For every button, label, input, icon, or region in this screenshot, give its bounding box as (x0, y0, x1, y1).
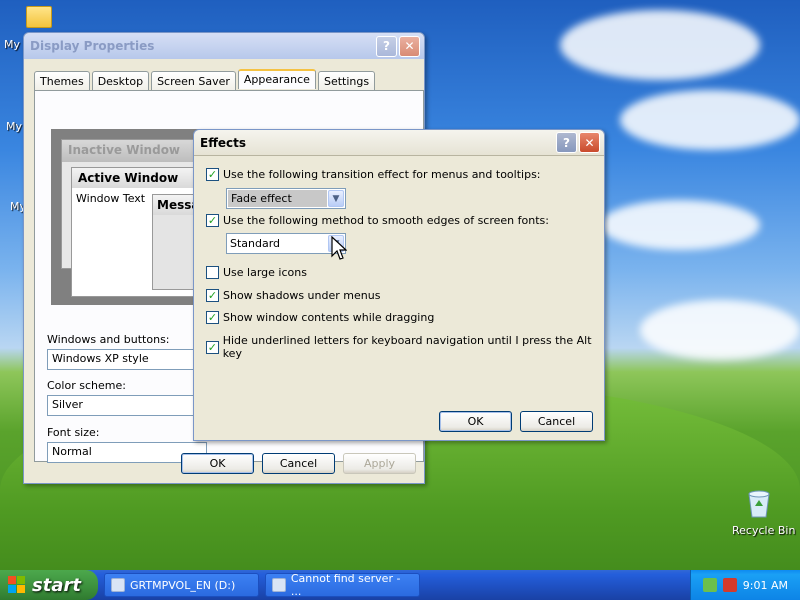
cloud (560, 10, 760, 80)
taskbar-item-browser[interactable]: Cannot find server - ... (265, 572, 420, 598)
folder-icon (111, 578, 125, 592)
recycle-bin-icon[interactable] (744, 486, 774, 518)
transition-effect-value: Fade effect (228, 190, 327, 207)
font-smoothing-value: Standard (230, 237, 281, 250)
windows-buttons-label: Windows and buttons: (47, 333, 170, 346)
tab-themes[interactable]: Themes (34, 71, 90, 91)
menu-shadows-option[interactable]: ✓ Show shadows under menus (206, 289, 380, 302)
large-icons-checkbox[interactable] (206, 266, 219, 279)
tab-strip: Themes Desktop Screen Saver Appearance S… (34, 69, 377, 91)
ok-button[interactable]: OK (181, 453, 254, 474)
chevron-down-icon[interactable]: ▼ (328, 190, 344, 207)
network-icon[interactable] (702, 578, 717, 592)
font-size-label: Font size: (47, 426, 100, 439)
tab-settings[interactable]: Settings (317, 71, 376, 91)
desktop-icon-label[interactable]: My (4, 38, 20, 51)
display-properties-titlebar[interactable]: Display Properties ? ✕ (24, 33, 424, 59)
start-button[interactable]: start (0, 570, 98, 600)
cloud (620, 90, 800, 150)
effects-titlebar[interactable]: Effects ? ✕ (194, 130, 604, 156)
effects-ok-button[interactable]: OK (439, 411, 512, 432)
taskbar-item-label: Cannot find server - ... (290, 572, 401, 598)
effects-title: Effects (200, 135, 247, 150)
start-label: start (32, 574, 81, 596)
clock[interactable]: 9:01 AM (743, 579, 788, 592)
effects-dialog: Effects ? ✕ ✓ Use the following transiti… (193, 129, 605, 441)
cancel-button[interactable]: Cancel (262, 453, 335, 474)
drag-contents-option[interactable]: ✓ Show window contents while dragging (206, 311, 434, 324)
help-icon[interactable]: ? (376, 35, 397, 57)
font-smoothing-checkbox[interactable]: ✓ (206, 214, 219, 227)
windows-buttons-select[interactable]: Windows XP style (47, 349, 207, 370)
apply-button[interactable]: Apply (343, 453, 416, 474)
tab-appearance[interactable]: Appearance (237, 69, 316, 89)
security-shield-icon[interactable] (722, 578, 737, 592)
tab-desktop[interactable]: Desktop (91, 71, 150, 91)
hide-underlines-checkbox[interactable]: ✓ (206, 340, 219, 354)
windows-flag-icon (8, 576, 26, 594)
transition-effect-option[interactable]: ✓ Use the following transition effect fo… (206, 168, 541, 181)
taskbar: start GRTMPVOL_EN (D:) Cannot find serve… (0, 570, 800, 600)
hide-underlines-option[interactable]: ✓ Hide underlined letters for keyboard n… (206, 334, 604, 360)
effects-cancel-button[interactable]: Cancel (520, 411, 593, 432)
browser-icon (272, 578, 286, 592)
menu-shadows-checkbox[interactable]: ✓ (206, 289, 219, 302)
font-smoothing-option[interactable]: ✓ Use the following method to smooth edg… (206, 214, 549, 227)
drag-contents-label: Show window contents while dragging (223, 311, 435, 324)
help-icon[interactable]: ? (556, 132, 577, 153)
cloud (600, 200, 760, 250)
transition-effect-dropdown[interactable]: Fade effect ▼ (226, 188, 346, 209)
font-smoothing-dropdown[interactable]: Standard ▼ (226, 233, 346, 254)
preview-window-text: Window Text (76, 192, 146, 205)
transition-effect-checkbox[interactable]: ✓ (206, 168, 219, 181)
transition-effect-label: Use the following transition effect for … (223, 168, 541, 181)
color-scheme-label: Color scheme: (47, 379, 126, 392)
taskbar-item-label: GRTMPVOL_EN (D:) (130, 578, 236, 592)
tab-screen-saver[interactable]: Screen Saver (151, 71, 236, 91)
cloud (640, 300, 800, 360)
taskbar-item-drive[interactable]: GRTMPVOL_EN (D:) (104, 573, 259, 597)
recycle-bin-label[interactable]: Recycle Bin (732, 524, 795, 537)
large-icons-label: Use large icons (223, 266, 307, 279)
drag-contents-checkbox[interactable]: ✓ (206, 311, 219, 324)
close-icon[interactable]: ✕ (399, 35, 420, 57)
window-title: Display Properties (30, 39, 155, 53)
color-scheme-select[interactable]: Silver (47, 395, 207, 416)
desktop-icon-label[interactable]: My (6, 120, 22, 133)
menu-shadows-label: Show shadows under menus (223, 289, 381, 302)
close-icon[interactable]: ✕ (579, 132, 600, 153)
mouse-cursor-icon (331, 236, 347, 260)
font-smoothing-label: Use the following method to smooth edges… (223, 214, 549, 227)
large-icons-option[interactable]: Use large icons (206, 266, 307, 279)
hide-underlines-label: Hide underlined letters for keyboard nav… (222, 334, 592, 360)
folder-icon[interactable] (26, 6, 52, 28)
system-tray: 9:01 AM (690, 570, 800, 600)
